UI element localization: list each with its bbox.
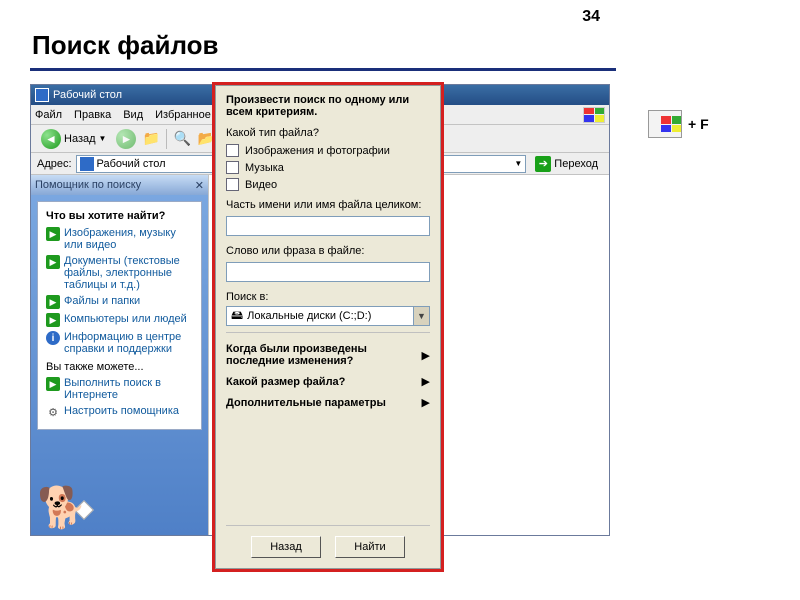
address-value: Рабочий стол (97, 158, 166, 170)
opt-label: Файлы и папки (64, 295, 140, 307)
lookin-value: Локальные диски (C:;D:) (247, 310, 371, 322)
also-label: Вы также можете... (46, 361, 193, 373)
up-folder-icon[interactable]: 📁 (142, 130, 160, 148)
dropdown-icon: ▼ (413, 307, 429, 325)
forward-button[interactable]: ► (116, 129, 136, 149)
dialog-divider (226, 332, 430, 333)
plus-f-label: + F (688, 116, 709, 132)
opt-label: Информацию в центре справки и поддержки (64, 331, 193, 355)
title-divider (30, 68, 616, 71)
menu-edit[interactable]: Правка (74, 109, 111, 121)
page-title: Поиск файлов (32, 30, 218, 61)
back-button[interactable]: ◄ Назад ▼ (37, 127, 110, 151)
expand-size[interactable]: Какой размер файла? ▶ (226, 375, 430, 388)
arrow-icon: ▶ (46, 377, 60, 391)
windows-flag-icon (583, 107, 605, 123)
window-icon (35, 88, 49, 102)
sidebar-close-icon[interactable]: ✕ (195, 179, 204, 192)
check-images[interactable]: Изображения и фотографии (226, 144, 430, 157)
back-label: Назад (64, 133, 96, 145)
search-icon[interactable]: 🔍 (173, 130, 191, 148)
expand-label: Дополнительные параметры (226, 397, 416, 409)
check-label: Видео (245, 179, 277, 191)
word-input[interactable] (226, 262, 430, 282)
find-button[interactable]: Найти (335, 536, 405, 558)
search-option-files[interactable]: ▶ Файлы и папки (46, 295, 193, 309)
chevron-right-icon: ▶ (422, 349, 430, 362)
arrow-icon: ▶ (46, 255, 60, 269)
search-sidebar: Помощник по поиску ✕ Что вы хотите найти… (31, 175, 209, 535)
page-number: 34 (582, 8, 600, 26)
search-question: Что вы хотите найти? (46, 210, 193, 222)
check-label: Изображения и фотографии (245, 145, 390, 157)
back-arrow-icon: ◄ (41, 129, 61, 149)
check-music[interactable]: Музыка (226, 161, 430, 174)
search-option-computers[interactable]: ▶ Компьютеры или людей (46, 313, 193, 327)
search-option-help[interactable]: i Информацию в центре справки и поддержки (46, 331, 193, 355)
shortcut-hint: + F (648, 110, 709, 138)
go-label: Переход (554, 158, 598, 170)
expand-label: Какой размер файла? (226, 376, 416, 388)
search-dog-icon: 🐕 (37, 484, 87, 531)
chevron-right-icon: ▶ (422, 375, 430, 388)
expand-modified[interactable]: Когда были произведены последние изменен… (226, 343, 430, 367)
name-label: Часть имени или имя файла целиком: (226, 199, 430, 211)
type-label: Какой тип файла? (226, 127, 430, 139)
arrow-icon: ▶ (46, 227, 60, 241)
go-button[interactable]: ➔ Переход (530, 155, 603, 173)
toolbar-separator (166, 129, 167, 149)
dialog-headline: Произвести поиск по одному или всем крит… (226, 94, 430, 118)
word-label: Слово или фраза в файле: (226, 245, 430, 257)
checkbox-icon (226, 161, 239, 174)
menu-favorites[interactable]: Избранное (155, 109, 211, 121)
arrow-icon: ▶ (46, 295, 60, 309)
expand-advanced[interactable]: Дополнительные параметры ▶ (226, 396, 430, 409)
checkbox-icon (226, 144, 239, 157)
chevron-right-icon: ▶ (422, 396, 430, 409)
configure-assistant[interactable]: ⚙ Настроить помощника (46, 405, 193, 419)
checkbox-icon (226, 178, 239, 191)
expand-label: Когда были произведены последние изменен… (226, 343, 416, 367)
filename-input[interactable] (226, 216, 430, 236)
opt-label: Настроить помощника (64, 405, 179, 417)
sidebar-header: Помощник по поиску ✕ (31, 175, 208, 195)
go-arrow-icon: ➔ (535, 156, 551, 172)
opt-label: Изображения, музыку или видео (64, 227, 193, 251)
back-button[interactable]: Назад (251, 536, 321, 558)
sidebar-header-label: Помощник по поиску (35, 179, 141, 191)
search-assistant-box: Что вы хотите найти? ▶ Изображения, музык… (37, 201, 202, 430)
gear-icon: ⚙ (46, 405, 60, 419)
menu-file[interactable]: Файл (35, 109, 62, 121)
info-icon: i (46, 331, 60, 345)
opt-label: Выполнить поиск в Интернете (64, 377, 193, 401)
opt-label: Документы (текстовые файлы, электронные … (64, 255, 193, 291)
search-dialog: Произвести поиск по одному или всем крит… (215, 85, 441, 569)
search-option-documents[interactable]: ▶ Документы (текстовые файлы, электронные… (46, 255, 193, 291)
lookin-label: Поиск в: (226, 291, 430, 303)
opt-label: Компьютеры или людей (64, 313, 187, 325)
search-option-media[interactable]: ▶ Изображения, музыку или видео (46, 227, 193, 251)
windows-key-icon (648, 110, 682, 138)
check-label: Музыка (245, 162, 284, 174)
desktop-icon (80, 157, 94, 171)
arrow-icon: ▶ (46, 313, 60, 327)
check-video[interactable]: Видео (226, 178, 430, 191)
drive-icon: 🖴 (231, 306, 243, 327)
menu-view[interactable]: Вид (123, 109, 143, 121)
lookin-select[interactable]: 🖴 Локальные диски (C:;D:) ▼ (226, 306, 430, 326)
address-label: Адрес: (37, 158, 72, 170)
search-dialog-highlight: Произвести поиск по одному или всем крит… (212, 82, 444, 572)
window-title: Рабочий стол (53, 89, 122, 101)
search-internet[interactable]: ▶ Выполнить поиск в Интернете (46, 377, 193, 401)
